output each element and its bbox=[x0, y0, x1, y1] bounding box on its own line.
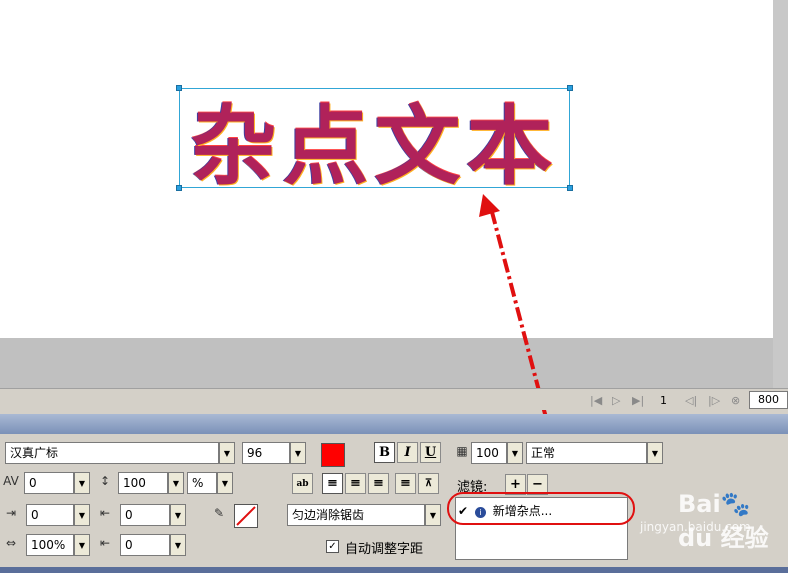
indent-field[interactable]: 0 bbox=[26, 504, 74, 526]
stop-icon[interactable]: ⊗ bbox=[731, 394, 740, 407]
play-icon[interactable]: ▷ bbox=[612, 394, 620, 407]
chevron-down-icon[interactable]: ▼ bbox=[217, 472, 233, 494]
kerning-icon: AV bbox=[3, 474, 19, 488]
chevron-down-icon[interactable]: ▼ bbox=[647, 442, 663, 464]
frame-number: 1 bbox=[660, 394, 667, 407]
font-select[interactable]: 汉真广标 bbox=[5, 442, 219, 464]
chevron-down-icon[interactable]: ▼ bbox=[168, 472, 184, 494]
pencil-icon: ✎ bbox=[213, 506, 225, 520]
antialias-select[interactable]: 匀边消除锯齿 bbox=[287, 504, 425, 526]
chevron-down-icon[interactable]: ▼ bbox=[74, 472, 90, 494]
chevron-down-icon[interactable]: ▼ bbox=[170, 504, 186, 526]
next-frame-icon[interactable]: |▷ bbox=[708, 394, 720, 407]
chevron-down-icon[interactable]: ▼ bbox=[290, 442, 306, 464]
indent-icon: ⇥ bbox=[5, 506, 17, 520]
last-frame-icon[interactable]: ▶| bbox=[632, 394, 644, 407]
leading-field[interactable]: 100 bbox=[118, 472, 168, 494]
align-left-icon[interactable]: ≡ bbox=[322, 473, 343, 494]
space-before-icon: ⇤ bbox=[99, 506, 111, 520]
auto-kern-checkbox[interactable]: ✓ bbox=[326, 540, 339, 553]
text-orientation-button[interactable]: ab bbox=[292, 473, 313, 494]
italic-button[interactable]: I bbox=[397, 442, 418, 463]
blend-mode-select[interactable]: 正常 bbox=[526, 442, 647, 464]
chevron-down-icon[interactable]: ▼ bbox=[507, 442, 523, 464]
zoom-field[interactable]: 800 bbox=[749, 391, 788, 409]
auto-kern-label: 自动调整字距 bbox=[345, 542, 424, 557]
leading-unit-select[interactable]: % bbox=[187, 472, 217, 494]
align-right-icon[interactable]: ≡ bbox=[368, 473, 389, 494]
watermark-url: jingyan.baidu.com bbox=[640, 520, 751, 534]
status-strip bbox=[0, 567, 788, 573]
chevron-down-icon[interactable]: ▼ bbox=[425, 504, 441, 526]
first-frame-icon[interactable]: |◀ bbox=[590, 394, 602, 407]
space-after-field[interactable]: 0 bbox=[120, 534, 170, 556]
prev-frame-icon[interactable]: ◁| bbox=[685, 394, 697, 407]
space-before-field[interactable]: 0 bbox=[120, 504, 170, 526]
justify-icon[interactable]: ≡ bbox=[395, 473, 416, 494]
stretch-icon[interactable]: ⊼ bbox=[418, 473, 439, 494]
underline-button[interactable]: U bbox=[420, 442, 441, 463]
fill-color-swatch[interactable] bbox=[321, 443, 345, 467]
watermark: Bai🐾du 经验 jingyan.baidu.com bbox=[640, 490, 780, 552]
frame-bar: |◀ ▷ ▶| 1 ◁| |▷ ⊗ 800 bbox=[0, 388, 788, 410]
bold-button[interactable]: B bbox=[374, 442, 395, 463]
font-size-field[interactable]: 96 bbox=[242, 442, 290, 464]
align-center-icon[interactable]: ≡ bbox=[345, 473, 366, 494]
stroke-color-swatch[interactable] bbox=[234, 504, 258, 528]
leading-icon: ↕ bbox=[99, 474, 111, 488]
scale-icon: ⇔ bbox=[5, 536, 17, 550]
chevron-down-icon[interactable]: ▼ bbox=[170, 534, 186, 556]
annotation-ellipse bbox=[447, 492, 635, 525]
opacity-icon: ▦ bbox=[456, 444, 468, 458]
kerning-field[interactable]: 0 bbox=[24, 472, 74, 494]
chevron-down-icon[interactable]: ▼ bbox=[74, 534, 90, 556]
opacity-field[interactable]: 100 bbox=[471, 442, 507, 464]
chevron-down-icon[interactable]: ▼ bbox=[219, 442, 235, 464]
space-after-icon: ⇤ bbox=[99, 536, 111, 550]
chevron-down-icon[interactable]: ▼ bbox=[74, 504, 90, 526]
properties-title-bar bbox=[0, 414, 788, 434]
scale-field[interactable]: 100% bbox=[26, 534, 74, 556]
